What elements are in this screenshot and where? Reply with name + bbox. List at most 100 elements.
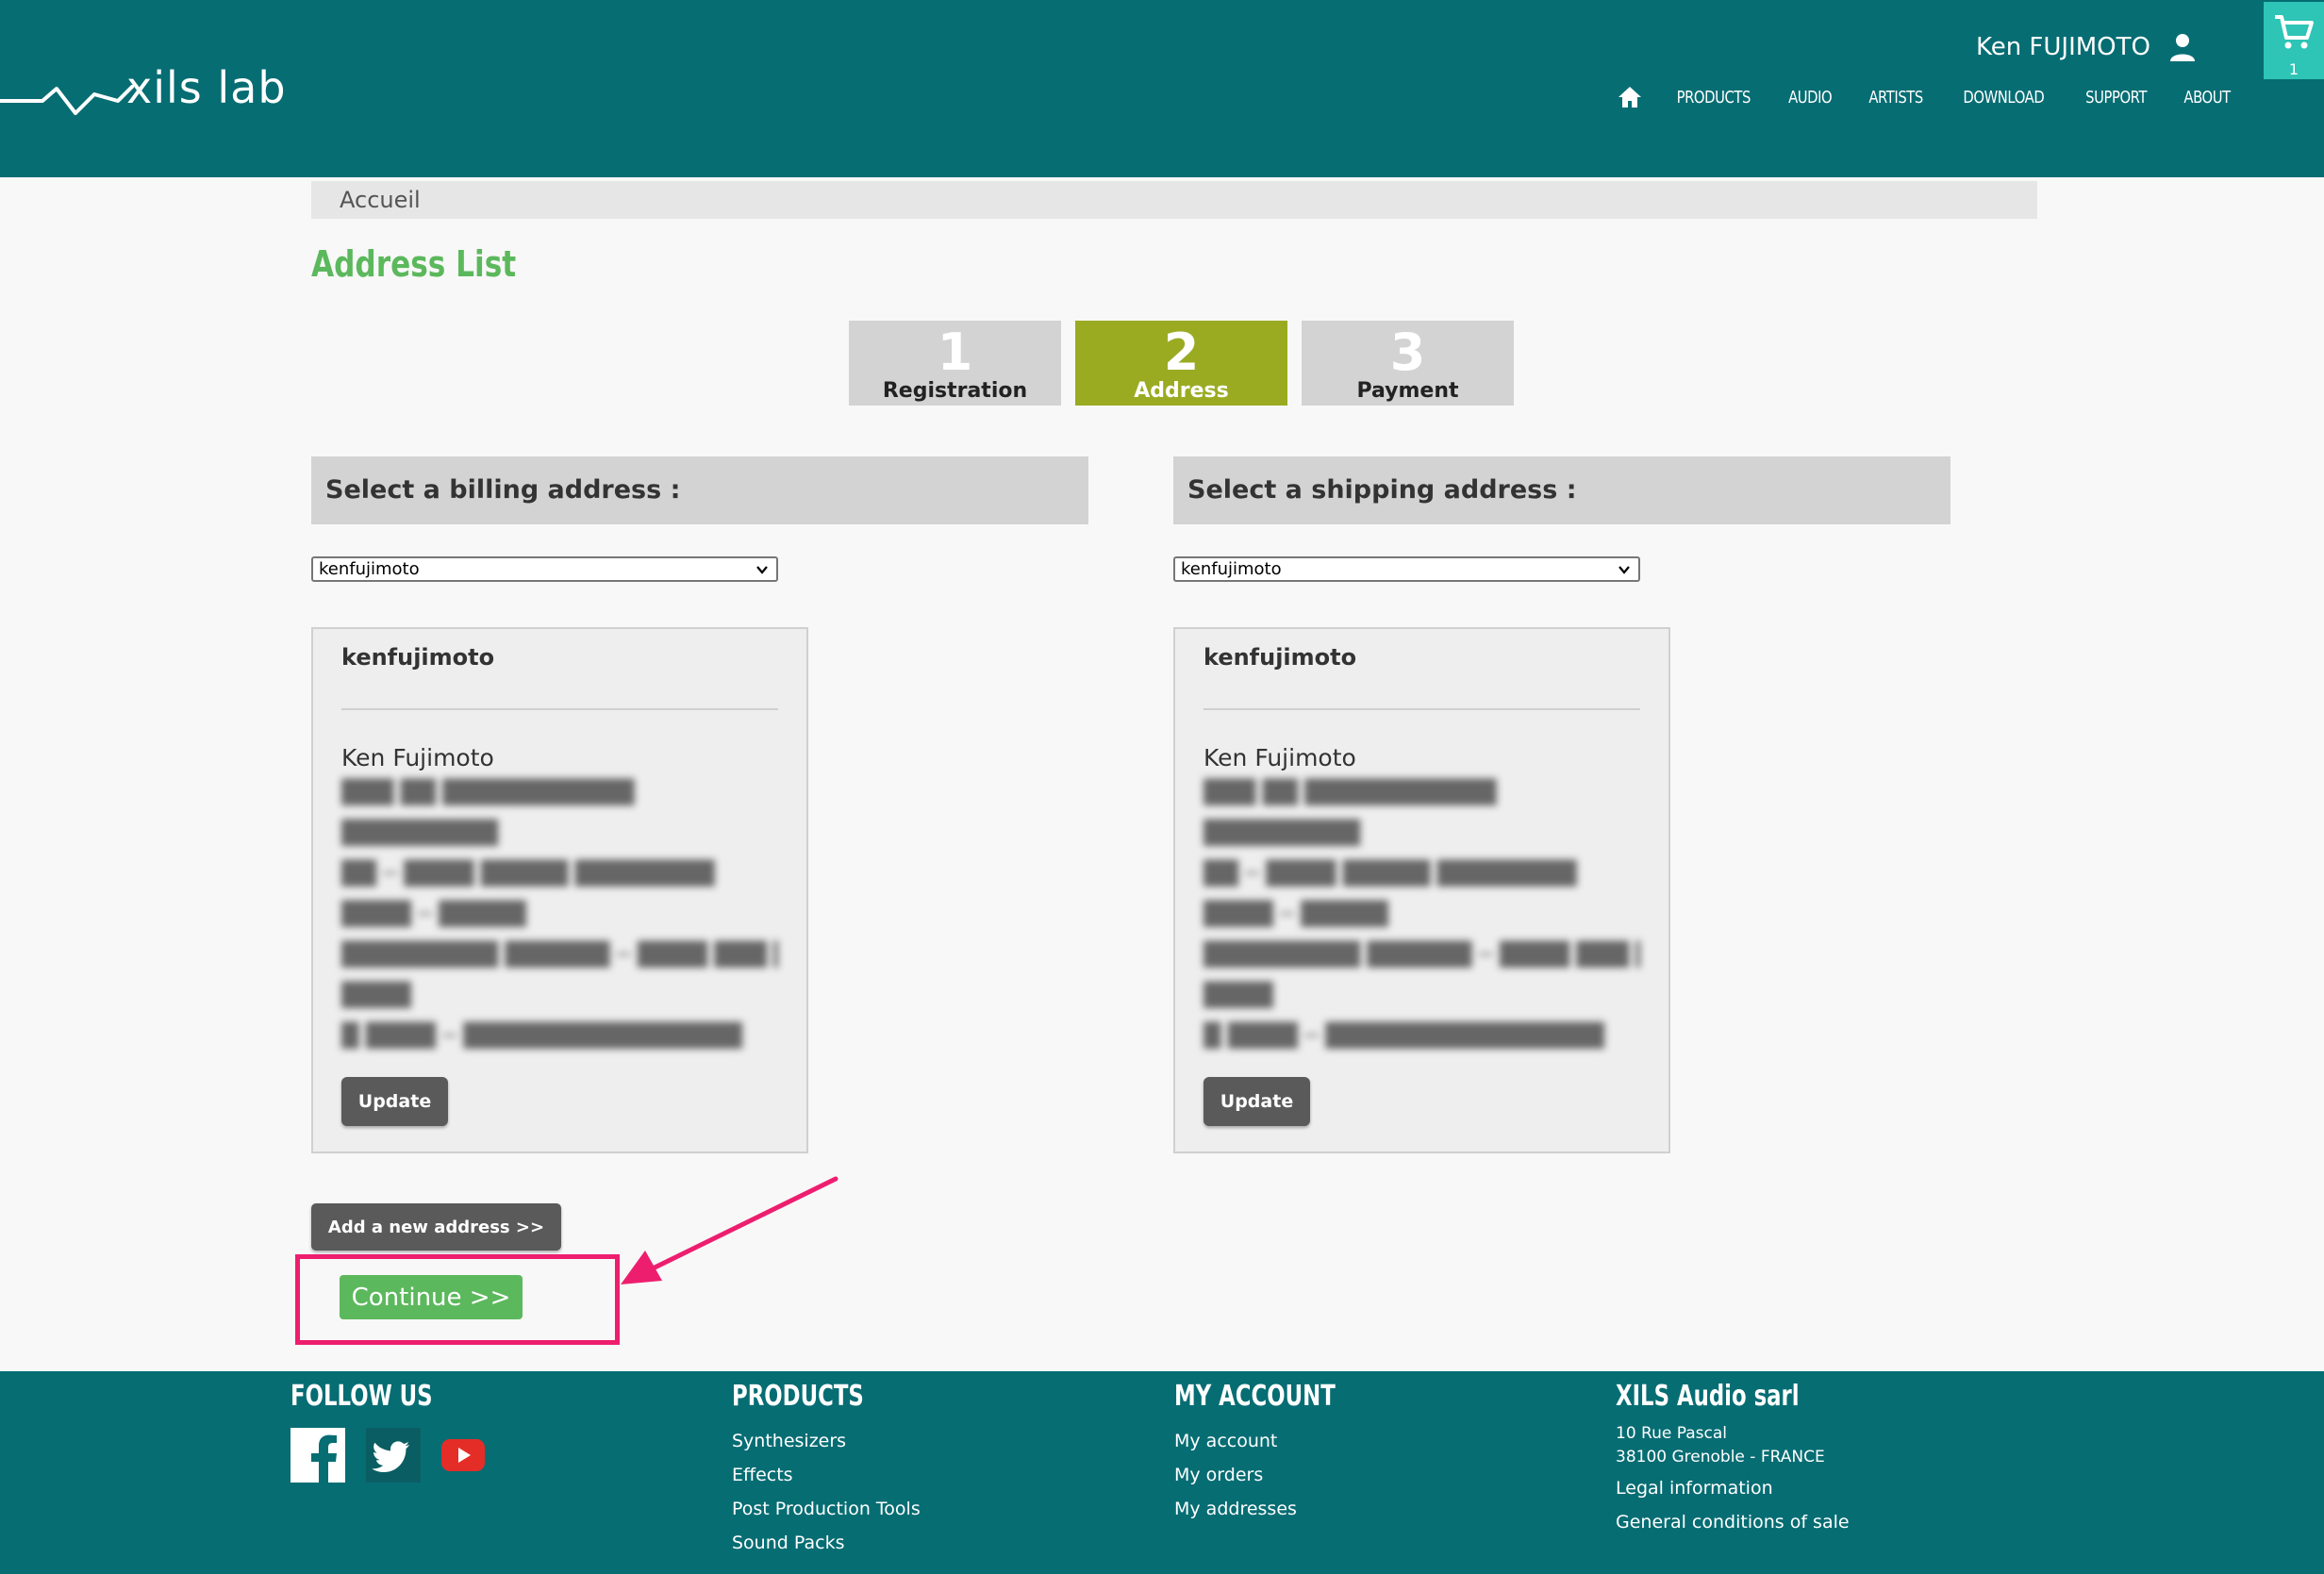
card-title: kenfujimoto bbox=[1204, 642, 1640, 710]
site-header: xils lab Ken FUJIMOTO 1 PRODUCTS AUDIO A… bbox=[0, 0, 2324, 177]
nav-products[interactable]: PRODUCTS bbox=[1676, 88, 1751, 108]
footer-heading: FOLLOW US bbox=[290, 1380, 433, 1413]
step-number: 3 bbox=[1389, 323, 1426, 382]
user-menu[interactable]: Ken FUJIMOTO bbox=[1976, 28, 2198, 66]
footer-account-list: My account My orders My addresses bbox=[1174, 1424, 1386, 1526]
list-item: My account bbox=[1174, 1424, 1386, 1458]
step-label: Registration bbox=[882, 379, 1028, 403]
card-full-name: Ken Fujimoto bbox=[1204, 744, 1356, 771]
redacted-line: ████ ─ █████ bbox=[1204, 901, 1388, 927]
footer-products: PRODUCTS Synthesizers Effects Post Produ… bbox=[732, 1371, 921, 1560]
redacted-line: █████████ bbox=[1204, 820, 1361, 846]
list-item: My orders bbox=[1174, 1458, 1386, 1492]
step-number: 2 bbox=[1163, 323, 1200, 382]
continue-button[interactable]: Continue >> bbox=[340, 1275, 523, 1319]
cart-button[interactable]: 1 bbox=[2264, 2, 2324, 79]
billing-address-select[interactable]: kenfujimoto bbox=[311, 556, 778, 582]
list-item: Effects bbox=[732, 1458, 921, 1492]
shipping-address-card: kenfujimoto Ken Fujimoto ███ ██ ████████… bbox=[1173, 627, 1670, 1153]
redacted-line: ████ bbox=[341, 982, 411, 1008]
billing-address-card: kenfujimoto Ken Fujimoto ███ ██ ████████… bbox=[311, 627, 808, 1153]
logo-text[interactable]: xils lab bbox=[126, 62, 287, 113]
footer-link-effects[interactable]: Effects bbox=[732, 1465, 793, 1485]
footer-products-list: Synthesizers Effects Post Production Too… bbox=[732, 1424, 921, 1560]
redacted-line: ████ ─ █████ bbox=[341, 901, 526, 927]
nav-audio[interactable]: AUDIO bbox=[1789, 88, 1834, 108]
main-nav: PRODUCTS AUDIO ARTISTS DOWNLOAD SUPPORT … bbox=[1617, 83, 2235, 111]
list-item: Legal information bbox=[1616, 1471, 1857, 1505]
site-footer: FOLLOW US PRODUCTS Synthesizers Effects … bbox=[0, 1371, 2324, 1574]
footer-link-synthesizers[interactable]: Synthesizers bbox=[732, 1431, 846, 1451]
cart-count: 1 bbox=[2288, 60, 2299, 78]
footer-heading: MY ACCOUNT bbox=[1174, 1380, 1336, 1413]
add-new-address-button[interactable]: Add a new address >> bbox=[311, 1203, 561, 1251]
breadcrumb: Accueil bbox=[311, 181, 2037, 219]
footer-link-conditions[interactable]: General conditions of sale bbox=[1616, 1512, 1850, 1533]
footer-follow: FOLLOW US bbox=[290, 1371, 485, 1483]
redacted-line: ███ ██ ███████████ bbox=[341, 779, 635, 805]
address-line: 38100 Grenoble - FRANCE bbox=[1616, 1448, 1825, 1466]
list-item: Post Production Tools bbox=[732, 1492, 921, 1526]
footer-link-sound-packs[interactable]: Sound Packs bbox=[732, 1533, 844, 1553]
nav-artists[interactable]: ARTISTS bbox=[1868, 88, 1923, 108]
list-item: Sound Packs bbox=[732, 1526, 921, 1560]
redacted-line: █ ████ ─ ████████████████ bbox=[1204, 1022, 1604, 1049]
shipping-update-button[interactable]: Update bbox=[1204, 1077, 1310, 1126]
step-label: Address bbox=[1134, 379, 1229, 403]
user-icon[interactable] bbox=[2167, 32, 2198, 62]
footer-link-my-orders[interactable]: My orders bbox=[1174, 1465, 1263, 1485]
user-name[interactable]: Ken FUJIMOTO bbox=[1976, 33, 2150, 61]
card-title: kenfujimoto bbox=[341, 642, 778, 710]
list-item: My addresses bbox=[1174, 1492, 1386, 1526]
youtube-icon[interactable] bbox=[441, 1439, 485, 1471]
billing-select-value: kenfujimoto bbox=[319, 559, 420, 579]
nav-download[interactable]: DOWNLOAD bbox=[1963, 88, 2044, 108]
redacted-line: ████ bbox=[1204, 982, 1273, 1008]
redacted-line: █████████ bbox=[341, 820, 499, 846]
annotation-arrow bbox=[621, 1176, 838, 1284]
cart-icon bbox=[2275, 15, 2314, 49]
shipping-address-select[interactable]: kenfujimoto bbox=[1173, 556, 1640, 582]
step-payment: 3 Payment bbox=[1302, 321, 1514, 406]
breadcrumb-home-link[interactable]: Accueil bbox=[340, 187, 421, 213]
card-full-name: Ken Fujimoto bbox=[341, 744, 494, 771]
nav-support[interactable]: SUPPORT bbox=[2085, 88, 2147, 108]
facebook-icon[interactable] bbox=[290, 1428, 345, 1483]
list-item: Synthesizers bbox=[732, 1424, 921, 1458]
redacted-line: █████████ ██████ ─ ████ ███ █████ ─ bbox=[1204, 941, 1640, 968]
shipping-heading: Select a shipping address : bbox=[1173, 456, 1950, 524]
footer-company: XILS Audio sarl 10 Rue Pascal 38100 Gren… bbox=[1616, 1371, 1857, 1539]
checkout-steps: 1 Registration 2 Address 3 Payment bbox=[849, 321, 1514, 406]
footer-link-legal[interactable]: Legal information bbox=[1616, 1478, 1773, 1499]
twitter-icon[interactable] bbox=[366, 1428, 421, 1483]
step-registration: 1 Registration bbox=[849, 321, 1061, 406]
redacted-line: █ ████ ─ ████████████████ bbox=[341, 1022, 742, 1049]
redacted-line: ██ ─ ████ █████ ████████ bbox=[1204, 860, 1577, 886]
redacted-line: ███ ██ ███████████ bbox=[1204, 779, 1497, 805]
step-label: Payment bbox=[1356, 379, 1459, 403]
redacted-line: █████████ ██████ ─ ████ ███ █████ ─ bbox=[341, 941, 778, 968]
page-title: Address List bbox=[311, 243, 517, 285]
social-links bbox=[290, 1428, 485, 1483]
billing-heading: Select a billing address : bbox=[311, 456, 1088, 524]
footer-heading: PRODUCTS bbox=[732, 1380, 864, 1413]
nav-about[interactable]: ABOUT bbox=[2183, 88, 2231, 108]
chevron-down-icon bbox=[1618, 566, 1630, 574]
billing-update-button[interactable]: Update bbox=[341, 1077, 448, 1126]
shipping-select-value: kenfujimoto bbox=[1181, 559, 1282, 579]
company-address: 10 Rue Pascal 38100 Grenoble - FRANCE bbox=[1616, 1422, 1857, 1469]
list-item: General conditions of sale bbox=[1616, 1505, 1857, 1539]
footer-link-post-production[interactable]: Post Production Tools bbox=[732, 1499, 921, 1519]
chevron-down-icon bbox=[756, 566, 768, 574]
footer-link-my-account[interactable]: My account bbox=[1174, 1431, 1277, 1451]
step-number: 1 bbox=[937, 323, 973, 382]
home-icon[interactable] bbox=[1617, 84, 1643, 110]
redacted-line: ██ ─ ████ █████ ████████ bbox=[341, 860, 715, 886]
footer-account: MY ACCOUNT My account My orders My addre… bbox=[1174, 1371, 1386, 1526]
shipping-section: Select a shipping address : kenfujimoto … bbox=[1173, 456, 1950, 1153]
step-address: 2 Address bbox=[1075, 321, 1287, 406]
footer-link-my-addresses[interactable]: My addresses bbox=[1174, 1499, 1297, 1519]
billing-section: Select a billing address : kenfujimoto k… bbox=[311, 456, 1088, 1153]
address-line: 10 Rue Pascal bbox=[1616, 1424, 1727, 1443]
footer-heading: XILS Audio sarl bbox=[1616, 1380, 1800, 1413]
